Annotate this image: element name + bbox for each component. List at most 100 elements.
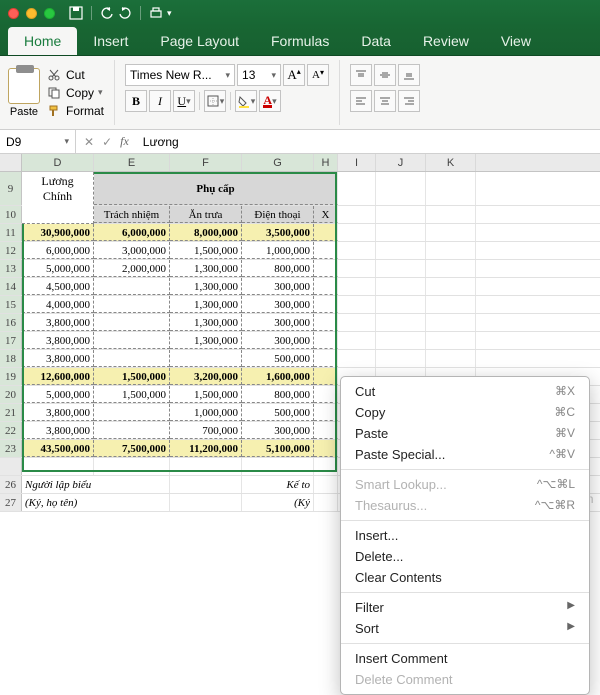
- cell[interactable]: Phụ cấp: [94, 172, 338, 205]
- col-header[interactable]: I: [338, 154, 376, 171]
- cell[interactable]: [426, 224, 476, 241]
- copy-button[interactable]: Copy▾: [46, 85, 104, 101]
- cell[interactable]: [338, 350, 376, 367]
- cell[interactable]: [314, 260, 338, 277]
- row-header[interactable]: [0, 458, 22, 475]
- cell[interactable]: [170, 476, 242, 493]
- cell[interactable]: [338, 332, 376, 349]
- tab-view[interactable]: View: [485, 27, 547, 55]
- cell[interactable]: [426, 296, 476, 313]
- cell[interactable]: [376, 224, 426, 241]
- row-header[interactable]: 11: [0, 224, 22, 241]
- col-header[interactable]: G: [242, 154, 314, 171]
- cell[interactable]: 12,600,000: [22, 368, 94, 385]
- cell[interactable]: 1,300,000: [170, 278, 242, 295]
- cell[interactable]: [376, 296, 426, 313]
- underline-button[interactable]: U▾: [173, 90, 195, 112]
- align-top-button[interactable]: [350, 64, 372, 86]
- cell[interactable]: [376, 172, 426, 205]
- tab-page-layout[interactable]: Page Layout: [144, 27, 255, 55]
- ctx-insert[interactable]: Insert...: [341, 525, 589, 546]
- cell[interactable]: 6,000,000: [94, 224, 170, 241]
- cell[interactable]: 3,800,000: [22, 350, 94, 367]
- cell[interactable]: (Ký: [242, 494, 314, 511]
- cell[interactable]: [170, 458, 242, 475]
- enter-icon[interactable]: ✓: [102, 135, 112, 149]
- cell[interactable]: [338, 314, 376, 331]
- cell[interactable]: 500,000: [242, 404, 314, 421]
- row-header[interactable]: 27: [0, 494, 22, 511]
- cell[interactable]: 3,800,000: [22, 404, 94, 421]
- row-header[interactable]: 21: [0, 404, 22, 421]
- row-header[interactable]: 15: [0, 296, 22, 313]
- cell[interactable]: 1,500,000: [170, 386, 242, 403]
- fill-color-button[interactable]: ▾: [235, 90, 257, 112]
- save-icon[interactable]: [69, 6, 83, 20]
- cell[interactable]: Điện thoại: [242, 206, 314, 223]
- cell[interactable]: 800,000: [242, 386, 314, 403]
- cell[interactable]: 300,000: [242, 332, 314, 349]
- ctx-sort[interactable]: Sort▶: [341, 618, 589, 639]
- cell[interactable]: [338, 278, 376, 295]
- cell[interactable]: [314, 314, 338, 331]
- row-header[interactable]: 10: [0, 206, 22, 223]
- cell[interactable]: 1,300,000: [170, 332, 242, 349]
- cell[interactable]: [94, 422, 170, 439]
- cell[interactable]: [426, 350, 476, 367]
- font-color-button[interactable]: A▾: [259, 90, 281, 112]
- cell[interactable]: [22, 458, 94, 475]
- ctx-copy[interactable]: Copy⌘C: [341, 402, 589, 423]
- row-header[interactable]: 13: [0, 260, 22, 277]
- row-header[interactable]: 14: [0, 278, 22, 295]
- row-header[interactable]: 23: [0, 440, 22, 457]
- cell[interactable]: 3,800,000: [22, 314, 94, 331]
- cell[interactable]: [314, 368, 338, 385]
- row-header[interactable]: 26: [0, 476, 22, 493]
- cell[interactable]: 6,000,000: [22, 242, 94, 259]
- cell[interactable]: [426, 314, 476, 331]
- cell[interactable]: [338, 260, 376, 277]
- redo-icon[interactable]: [118, 6, 132, 20]
- cell[interactable]: [94, 458, 170, 475]
- tab-review[interactable]: Review: [407, 27, 485, 55]
- cell[interactable]: [376, 242, 426, 259]
- ctx-cut[interactable]: Cut⌘X: [341, 381, 589, 402]
- col-header[interactable]: E: [94, 154, 170, 171]
- cell[interactable]: 300,000: [242, 314, 314, 331]
- cell[interactable]: [314, 494, 338, 511]
- print-icon[interactable]: [149, 6, 163, 20]
- window-maximize-button[interactable]: [44, 8, 55, 19]
- cell[interactable]: [338, 172, 376, 205]
- cell[interactable]: 3,800,000: [22, 422, 94, 439]
- cancel-icon[interactable]: ✕: [84, 135, 94, 149]
- ctx-paste-special[interactable]: Paste Special...^⌘V: [341, 444, 589, 465]
- cell[interactable]: 1,300,000: [170, 260, 242, 277]
- tab-insert[interactable]: Insert: [77, 27, 144, 55]
- cell[interactable]: 3,800,000: [22, 332, 94, 349]
- cell[interactable]: [314, 458, 338, 475]
- row-header[interactable]: 9: [0, 172, 22, 205]
- cell[interactable]: [426, 206, 476, 223]
- cell[interactable]: [314, 242, 338, 259]
- row-header[interactable]: 16: [0, 314, 22, 331]
- font-size-combo[interactable]: 13▾: [237, 64, 281, 86]
- cell[interactable]: 5,000,000: [22, 386, 94, 403]
- cell[interactable]: [314, 404, 338, 421]
- cell[interactable]: 2,000,000: [94, 260, 170, 277]
- window-minimize-button[interactable]: [26, 8, 37, 19]
- col-header[interactable]: D: [22, 154, 94, 171]
- row-header[interactable]: 18: [0, 350, 22, 367]
- undo-icon[interactable]: [100, 6, 114, 20]
- cell[interactable]: [314, 422, 338, 439]
- cell[interactable]: [426, 260, 476, 277]
- row-header[interactable]: 17: [0, 332, 22, 349]
- cell[interactable]: [376, 260, 426, 277]
- font-name-combo[interactable]: Times New R...▾: [125, 64, 235, 86]
- paste-button[interactable]: Paste: [8, 68, 40, 118]
- cell[interactable]: [314, 440, 338, 457]
- cell[interactable]: [314, 296, 338, 313]
- italic-button[interactable]: I: [149, 90, 171, 112]
- cell[interactable]: [376, 314, 426, 331]
- cell[interactable]: [314, 476, 338, 493]
- cell[interactable]: [170, 494, 242, 511]
